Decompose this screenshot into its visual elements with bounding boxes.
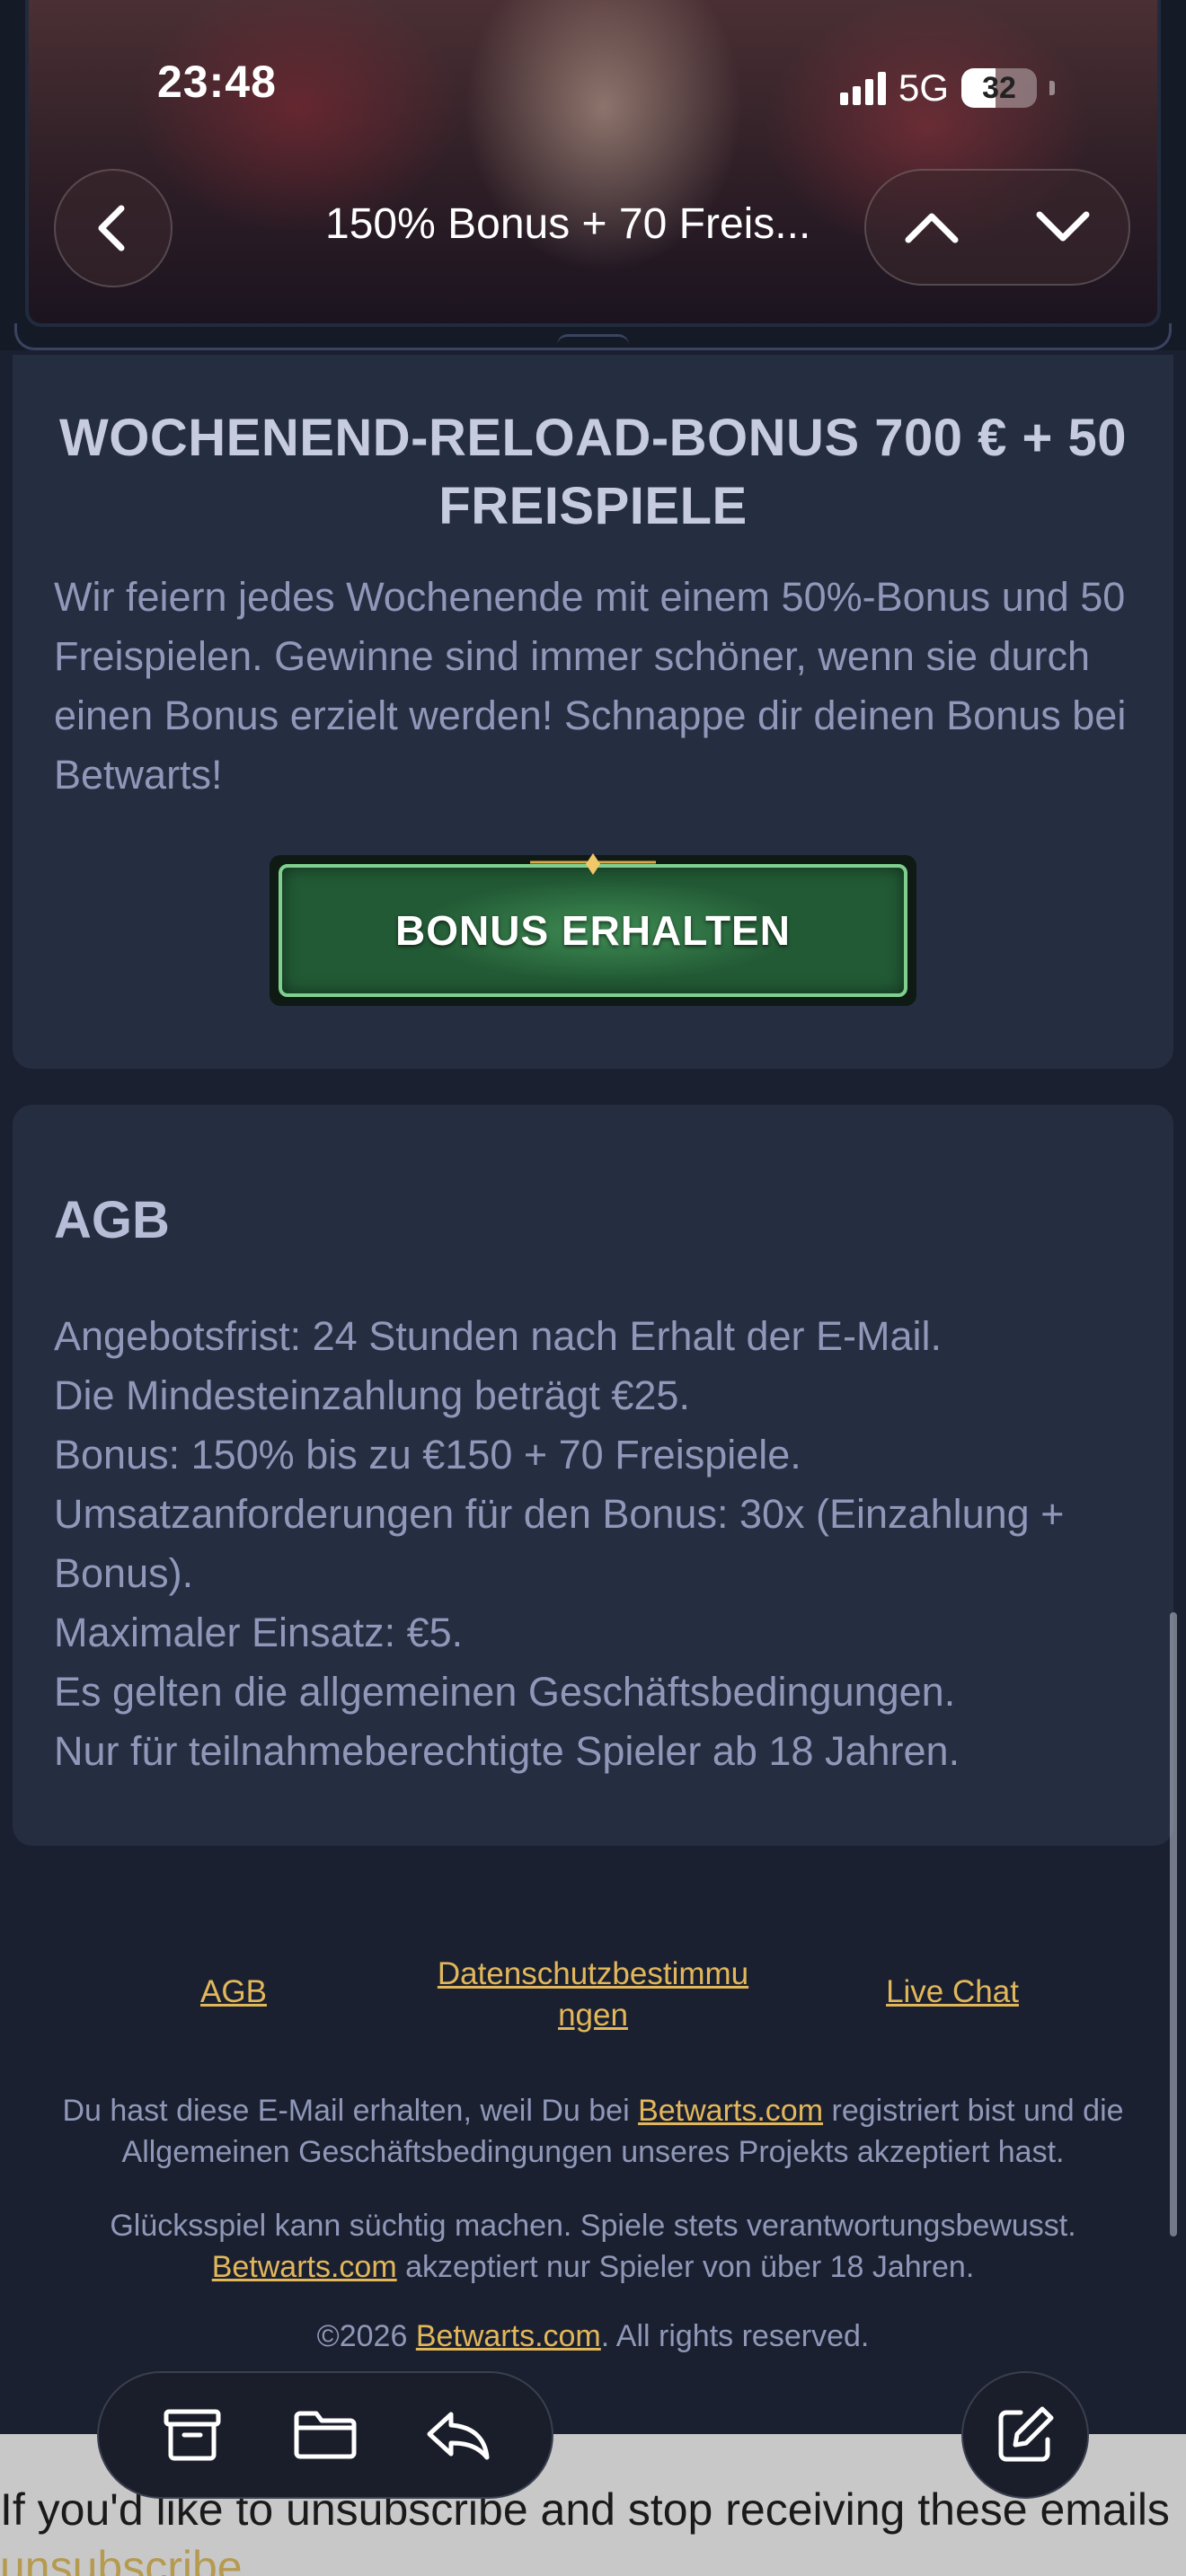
promo-description: Wir feiern jedes Wochenende mit einem 50…: [54, 574, 1127, 798]
status-time: 23:48: [157, 57, 277, 107]
betwarts-link[interactable]: Betwarts.com: [416, 2319, 601, 2353]
betwarts-link[interactable]: Betwarts.com: [638, 2094, 823, 2128]
footer-link-privacy[interactable]: Datenschutzbestimmu ngen: [404, 1954, 782, 2036]
previous-message-button[interactable]: [878, 173, 986, 281]
back-button[interactable]: [54, 169, 173, 287]
move-to-folder-button[interactable]: [280, 2390, 370, 2480]
bonus-cta-label: BONUS ERHALTEN: [395, 907, 791, 954]
email-subject-title: 150% Bonus + 70 Freis...: [325, 200, 811, 248]
gambling-warning: Glücksspiel kann süchtig machen. Spiele …: [36, 2205, 1150, 2288]
terms-line: Maximaler Einsatz: €5.: [54, 1610, 464, 1655]
chevron-up-icon: [905, 213, 959, 243]
gambling-warning-pre: Glücksspiel kann süchtig machen. Spiele …: [110, 2209, 1076, 2243]
gambling-warning-post: akzeptiert nur Spieler von über 18 Jahre…: [396, 2250, 975, 2284]
archive-button[interactable]: [147, 2390, 237, 2480]
registration-notice: Du hast diese E-Mail erhalten, weil Du b…: [36, 2090, 1150, 2173]
copyright-post: . All rights reserved.: [600, 2319, 870, 2353]
betwarts-link[interactable]: Betwarts.com: [212, 2250, 397, 2284]
compose-button[interactable]: [961, 2371, 1089, 2499]
chevron-left-icon: [98, 205, 125, 251]
hero-frame-ornament: [557, 334, 629, 345]
signal-icon: [840, 71, 886, 105]
battery-tip: [1049, 81, 1056, 95]
reply-button[interactable]: [413, 2390, 503, 2480]
status-indicators: 5G 32: [840, 61, 1056, 115]
promo-title: WOCHENEND-RELOAD-BONUS 700 € + 50 FREISP…: [59, 409, 1127, 535]
bonus-cta-face[interactable]: BONUS ERHALTEN: [279, 864, 907, 997]
terms-list: Angebotsfrist: 24 Stunden nach Erhalt de…: [54, 1307, 1141, 1781]
terms-title: AGB: [54, 1191, 170, 1249]
network-type: 5G: [898, 66, 950, 109]
mail-action-toolbar: [97, 2371, 553, 2499]
terms-line: Die Mindesteinzahlung beträgt €25.: [54, 1372, 690, 1418]
terms-line: Angebotsfrist: 24 Stunden nach Erhalt de…: [54, 1313, 943, 1359]
footer-link-live-chat[interactable]: Live Chat: [863, 1972, 1042, 2013]
footer-link-agb[interactable]: AGB: [180, 1972, 288, 2013]
footer-links: AGB Datenschutzbestimmu ngen Live Chat: [0, 1954, 1186, 2034]
footer-link-privacy-line2: ngen: [558, 1998, 628, 2033]
next-message-button[interactable]: [1009, 173, 1117, 281]
reply-icon: [427, 2412, 490, 2460]
message-navigation: [864, 169, 1130, 286]
battery-icon: 32: [961, 68, 1038, 108]
terms-line: Es gelten die allgemeinen Geschäftsbedin…: [54, 1669, 956, 1715]
email-view: 23:48 5G 32 150% Bonus + 70 Freis... WOC…: [0, 0, 1186, 2576]
chevron-down-icon: [1036, 211, 1090, 242]
copyright-pre: ©2026: [316, 2319, 416, 2353]
scrollbar[interactable]: [1170, 1612, 1177, 2236]
footer-link-privacy-line1: Datenschutzbestimmu: [437, 1956, 749, 1991]
compose-icon: [998, 2406, 1054, 2462]
archive-icon: [164, 2409, 221, 2461]
registration-notice-pre: Du hast diese E-Mail erhalten, weil Du b…: [62, 2094, 639, 2128]
battery-level: 32: [982, 70, 1016, 105]
copyright: ©2026 Betwarts.com. All rights reserved.: [36, 2316, 1150, 2357]
button-ornament-icon: [530, 853, 656, 875]
terms-line: Nur für teilnahmeberechtigte Spieler ab …: [54, 1728, 960, 1774]
folder-icon: [294, 2411, 357, 2459]
terms-line: Bonus: 150% bis zu €150 + 70 Freispiele.: [54, 1432, 801, 1478]
terms-line: Umsatzanforderungen für den Bonus: 30x (…: [54, 1491, 1065, 1596]
unsubscribe-link[interactable]: unsubscribe: [0, 2542, 243, 2576]
